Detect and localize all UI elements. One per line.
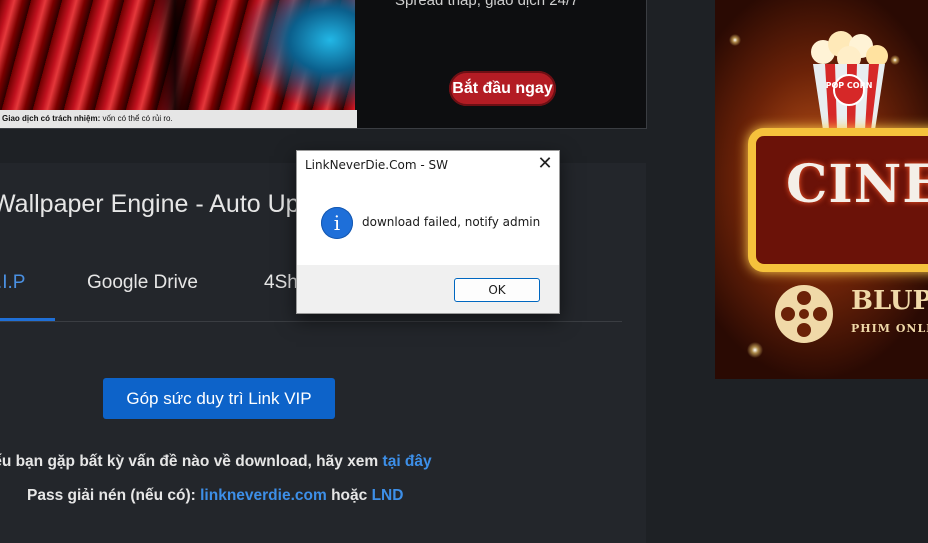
info-icon: i [321,207,353,239]
cinema-marquee-text: CINEMA [786,154,928,215]
help-line: Nếu bạn gặp bất kỳ vấn đề nào về downloa… [0,453,432,470]
film-reel-icon [775,285,833,343]
password-line: Pass giải nén (nếu có): linkneverdie.com… [27,487,404,504]
close-icon[interactable]: ✕ [533,153,557,177]
message-dialog: LinkNeverDie.Com - SW ✕ i download faile… [296,150,560,314]
password-link-site[interactable]: linkneverdie.com [200,487,327,504]
active-tab-indicator [0,318,55,321]
ad-brand-subtitle: PHIM ONLINE [851,322,928,335]
svg-text:POP CORN: POP CORN [826,81,873,90]
support-vip-link-button[interactable]: Góp sức duy trì Link VIP [103,378,335,419]
ok-button[interactable]: OK [454,278,540,302]
tab-4shared[interactable]: 4Sh [264,272,298,294]
ad-start-now-button[interactable]: Bắt đầu ngay [449,71,556,106]
top-ad-banner[interactable]: Giao dịch có trách nhiệm: vốn có thể có … [0,0,647,129]
ad-brand-name: BLUPHIM [851,286,928,316]
help-link[interactable]: tại đây [383,453,432,470]
cinema-marquee: CINEMA [748,128,928,272]
ad-tagline: Spread thấp, giao dịch 24/7 [395,0,579,9]
page-title: Wallpaper Engine - Auto Up [0,190,300,218]
dialog-footer: OK [297,265,559,313]
ad-disclaimer: Giao dịch có trách nhiệm: vốn có thể có … [0,110,357,128]
ad-banner-image [0,0,355,110]
tab-vip[interactable]: V.I.P [0,272,25,294]
dialog-title: LinkNeverDie.Com - SW [305,158,448,172]
dialog-titlebar[interactable]: LinkNeverDie.Com - SW ✕ [297,151,559,179]
dialog-body: i download failed, notify admin [297,179,559,265]
tab-google-drive[interactable]: Google Drive [87,272,198,294]
dialog-message: download failed, notify admin [362,215,541,229]
password-link-lnd[interactable]: LND [372,487,404,504]
popcorn-icon: POP CORN [811,31,888,130]
right-ad-banner[interactable]: POP CORN CINEMA BLUPHIM PHIM ONLINE [715,0,928,379]
